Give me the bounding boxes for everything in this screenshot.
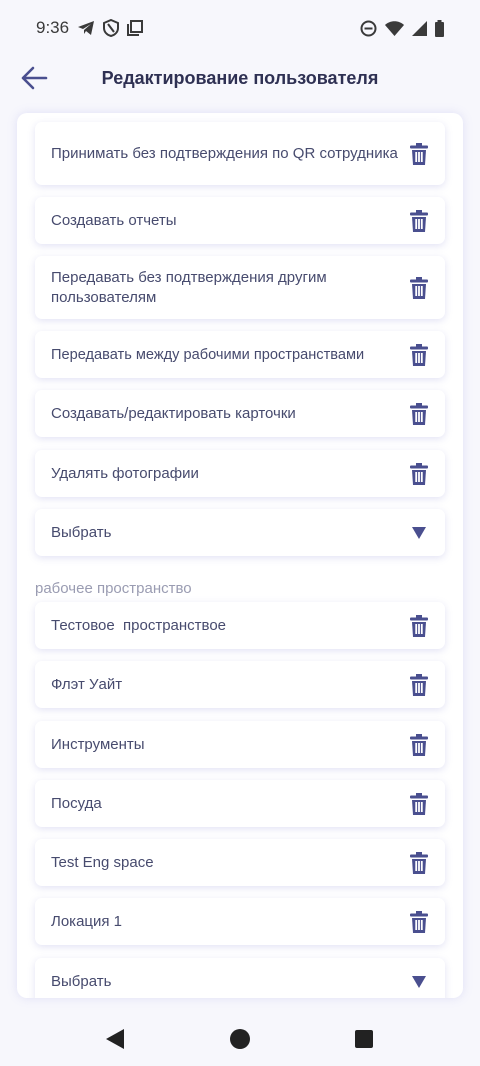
permission-label: Передавать между рабочими пространствами	[51, 346, 365, 363]
nav-home-button[interactable]	[227, 1026, 253, 1052]
permission-label: Принимать без подтверждения по QR сотруд…	[51, 144, 398, 162]
trash-icon[interactable]	[407, 402, 431, 426]
workspaces-select[interactable]: Выбрать	[35, 958, 445, 998]
page-title: Редактирование пользователя	[101, 68, 379, 88]
trash-icon[interactable]	[407, 792, 431, 816]
trash-icon[interactable]	[407, 910, 431, 934]
trash-icon[interactable]	[407, 673, 431, 697]
trash-icon[interactable]	[407, 851, 431, 875]
nav-back-button[interactable]	[102, 1026, 128, 1052]
trash-icon[interactable]	[407, 462, 431, 486]
wifi-icon	[385, 20, 404, 36]
status-left: 9:36	[36, 18, 144, 38]
workspace-item: Посуда	[35, 780, 445, 827]
system-nav-bar	[0, 1010, 480, 1066]
workspace-item: Тестовое пространствое	[35, 602, 445, 649]
workspace-item: Локация 1	[35, 898, 445, 945]
telegram-icon	[77, 20, 95, 36]
trash-icon[interactable]	[407, 142, 431, 166]
workspace-item: Инструменты	[35, 721, 445, 768]
workspace-label: Test Eng space	[51, 853, 154, 871]
permission-item: Передавать без подтверждения другим поль…	[35, 256, 445, 319]
workspaces-select-label: Выбрать	[51, 972, 112, 990]
permission-label: Удалять фотографии	[51, 464, 199, 482]
user-edit-panel: Принимать без подтверждения по QR сотруд…	[17, 113, 463, 998]
permissions-select-label: Выбрать	[51, 523, 112, 541]
permission-label: Создавать/редактировать карточки	[51, 404, 296, 422]
window-icon	[127, 20, 144, 36]
trash-icon[interactable]	[407, 209, 431, 233]
trash-icon[interactable]	[407, 276, 431, 300]
permission-item: Удалять фотографии	[35, 450, 445, 497]
permissions-select[interactable]: Выбрать	[35, 509, 445, 556]
dnd-icon	[360, 20, 377, 37]
workspace-item: Флэт Уайт	[35, 661, 445, 708]
permission-label: Передавать без подтверждения другим поль…	[51, 268, 327, 306]
caret-down-icon	[407, 970, 431, 994]
permission-item: Передавать между рабочими пространствами	[35, 331, 445, 378]
permission-label: Создавать отчеты	[51, 211, 177, 229]
permission-item: Принимать без подтверждения по QR сотруд…	[35, 122, 445, 185]
permission-item: Создавать/редактировать карточки	[35, 390, 445, 437]
permission-item: Создавать отчеты	[35, 197, 445, 244]
trash-icon[interactable]	[407, 343, 431, 367]
nav-recents-button[interactable]	[351, 1026, 377, 1052]
workspace-section-label: рабочее пространство	[35, 580, 192, 597]
status-right	[360, 19, 444, 37]
trash-icon[interactable]	[407, 733, 431, 757]
status-bar: 9:36	[0, 0, 480, 56]
workspace-label: Инструменты	[51, 735, 145, 753]
workspace-item: Test Eng space	[35, 839, 445, 886]
caret-down-icon	[407, 521, 431, 545]
signal-icon	[412, 20, 427, 36]
app-header: Редактирование пользователя	[0, 56, 480, 108]
trash-icon[interactable]	[407, 614, 431, 638]
status-time: 9:36	[36, 18, 70, 37]
battery-icon	[435, 19, 444, 37]
workspace-label: Посуда	[51, 794, 102, 812]
shield-icon	[103, 19, 120, 37]
workspace-label: Тестовое пространствое	[51, 616, 227, 634]
workspace-label: Локация 1	[51, 912, 123, 930]
workspace-label: Флэт Уайт	[51, 675, 123, 693]
